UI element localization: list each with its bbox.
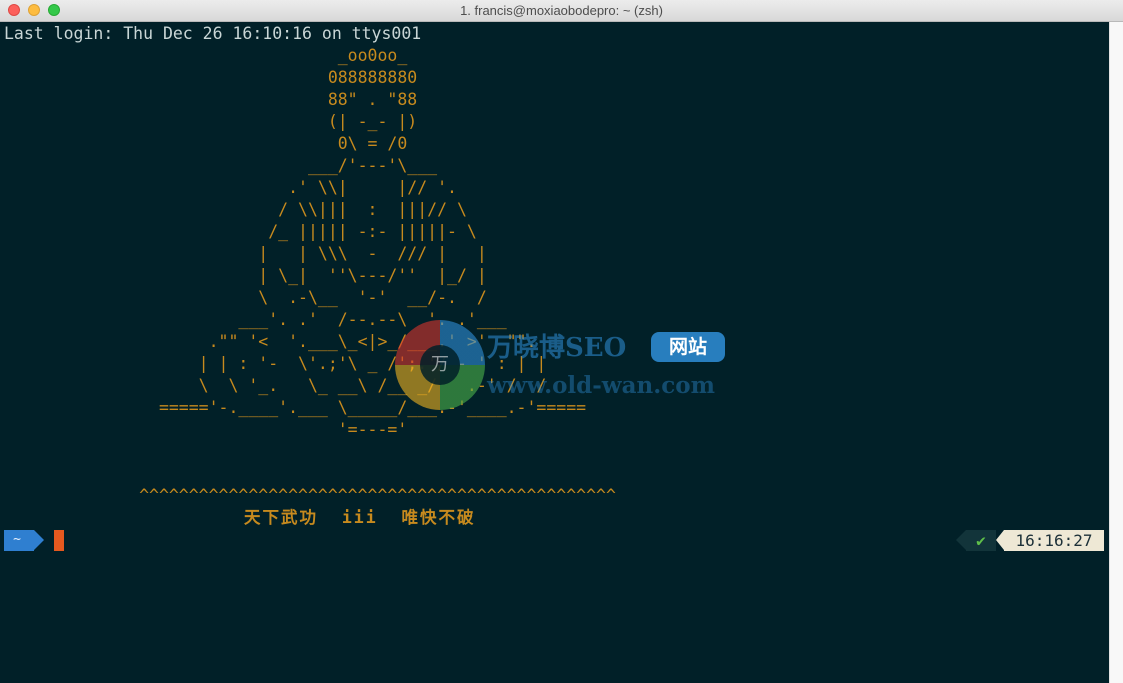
terminal-viewport[interactable]: Last login: Thu Dec 26 16:10:16 on ttys0… [0, 22, 1109, 683]
prompt-segment-arrow [34, 530, 44, 550]
watermark-badge: 网站 [651, 332, 725, 362]
window-title: 1. francis@moxiaobodepro: ~ (zsh) [460, 3, 663, 18]
prompt-directory-segment: ~ [4, 530, 34, 551]
prompt-time: 16:16:27 [1004, 530, 1104, 551]
time-segment-arrow [996, 530, 1004, 550]
title-bar: 1. francis@moxiaobodepro: ~ (zsh) [0, 0, 1123, 22]
watermark-url: www.old-wan.com [487, 372, 715, 399]
watermark-logo-glyph: 万 [431, 354, 449, 375]
status-segment-arrow [956, 530, 966, 550]
check-icon: ✔ [966, 530, 996, 551]
watermark-name: 万晓博SEO [487, 333, 627, 363]
motto-text: 天下武功 iii 唯快不破 [244, 508, 476, 527]
last-login-line: Last login: Thu Dec 26 16:10:16 on ttys0… [4, 24, 422, 43]
text-cursor[interactable] [54, 530, 64, 551]
scrollbar[interactable] [1109, 22, 1123, 683]
motto-divider: ^^^^^^^^^^^^^^^^^^^^^^^^^^^^^^^^^^^^^^^^… [0, 486, 616, 505]
